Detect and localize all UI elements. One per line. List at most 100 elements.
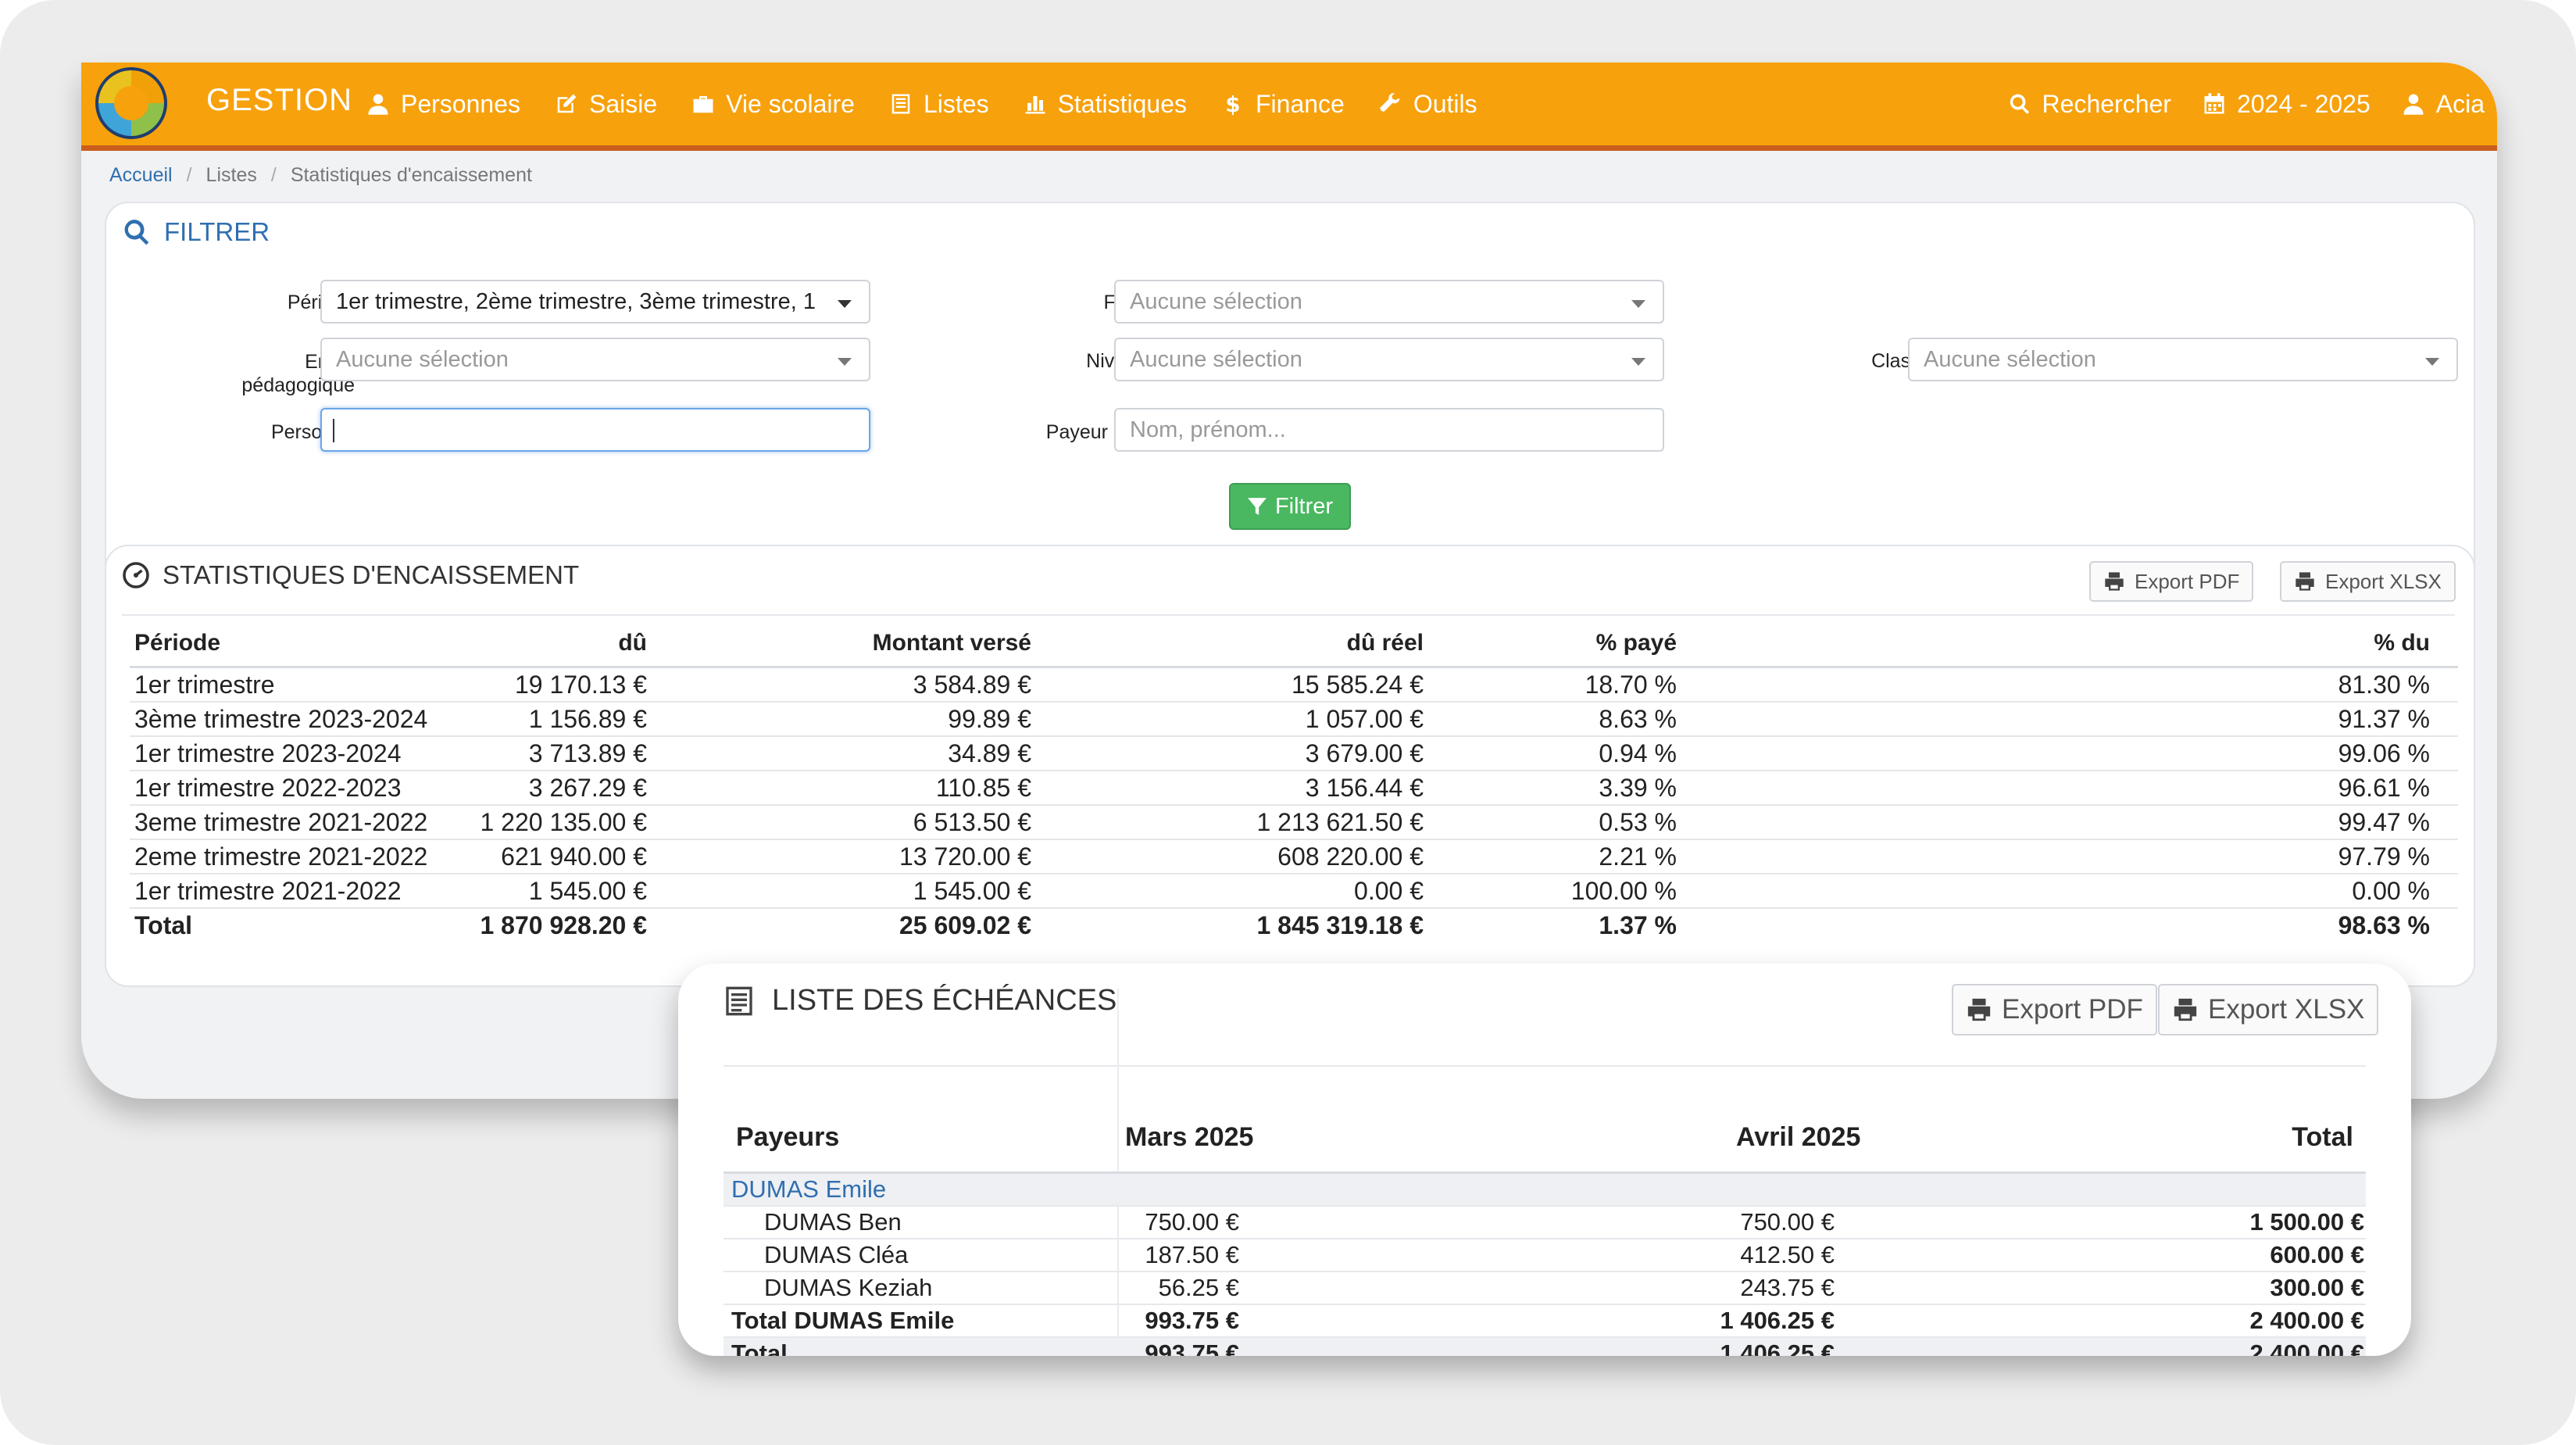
- printer-icon: [2296, 572, 2314, 591]
- cell-payeur: DUMAS Keziah: [764, 1274, 933, 1301]
- total-total: 2 400.00 €: [2249, 1339, 2364, 1356]
- periode-select[interactable]: 1er trimestre, 2ème trimestre, 3ème trim…: [320, 280, 870, 324]
- nav-item-listes[interactable]: Listes: [889, 90, 989, 119]
- cell-montant-verse: 1 545.00 €: [913, 877, 1031, 905]
- nav-school-year[interactable]: 2024 - 2025: [2203, 90, 2371, 119]
- search-icon: [124, 220, 149, 245]
- nav-item-label: Personnes: [401, 89, 520, 118]
- personne-input[interactable]: [320, 408, 870, 452]
- col-montant-verse: Montant versé: [872, 630, 1031, 656]
- nav-item-personnes[interactable]: Personnes: [366, 90, 520, 119]
- cell-montant-verse: 3 584.89 €: [913, 671, 1031, 699]
- grand-total-row: Total 993.75 € 1 406.25 € 2 400.00 €: [723, 1338, 2366, 1356]
- cell-periode: Total: [134, 911, 193, 939]
- nav-user-label: Acia: [2435, 89, 2485, 118]
- nav-search-label: Rechercher: [2042, 89, 2171, 118]
- cell-avril: 412.50 €: [1740, 1241, 1835, 1268]
- cell-du: 1 545.00 €: [528, 877, 647, 905]
- filter-panel: [105, 202, 2475, 592]
- group-subtotal-row: Total DUMAS Emile 993.75 € 1 406.25 € 2 …: [723, 1305, 2366, 1338]
- payer-group-name[interactable]: DUMAS Emile: [731, 1174, 886, 1205]
- nav-item-finance[interactable]: $ Finance: [1221, 89, 1345, 119]
- stats-table: Période dû Montant versé dû réel % payé …: [130, 621, 2458, 942]
- dashboard-icon: [123, 562, 149, 588]
- cell-montant-verse: 6 513.50 €: [913, 808, 1031, 836]
- nav-item-outils[interactable]: Outils: [1379, 90, 1477, 119]
- nav-item-label: Finance: [1255, 89, 1345, 118]
- list-icon: [891, 94, 910, 114]
- stats-export-pdf-button[interactable]: Export PDF: [2089, 561, 2254, 602]
- cell-du: 3 713.89 €: [528, 739, 647, 767]
- echeances-table-header: Payeurs Mars 2025 Avril 2025 Total: [723, 1103, 2366, 1174]
- table-row: 1er trimestre 2022-2023 3 267.29 € 110.85 …: [130, 771, 2458, 806]
- subtotal-total: 2 400.00 €: [2249, 1307, 2364, 1334]
- breadcrumb-accueil[interactable]: Accueil: [109, 164, 173, 187]
- echeances-export-xlsx-button[interactable]: Export XLSX: [2158, 984, 2379, 1035]
- cell-montant-verse: 13 720.00 €: [899, 842, 1031, 871]
- cell-pct-du: 91.37 %: [2338, 705, 2430, 733]
- entite-select[interactable]: Aucune sélection: [320, 338, 870, 381]
- cell-pct-paye: 0.53 %: [1599, 808, 1677, 836]
- nav-item-saisie[interactable]: Saisie: [555, 90, 657, 119]
- cell-du: 3 267.29 €: [528, 774, 647, 802]
- nav-search[interactable]: Rechercher: [2008, 90, 2171, 119]
- niveau-select[interactable]: Aucune sélection: [1114, 338, 1664, 381]
- filter-button[interactable]: Filtrer: [1229, 483, 1351, 530]
- col-mars-2025: Mars 2025: [1125, 1122, 1254, 1152]
- funnel-icon: [1248, 498, 1267, 515]
- stats-export-xlsx-button[interactable]: Export XLSX: [2280, 561, 2456, 602]
- echeances-export-pdf-button[interactable]: Export PDF: [1952, 984, 2157, 1035]
- cell-avril: 750.00 €: [1740, 1208, 1835, 1236]
- edit-icon: [557, 94, 577, 113]
- filter-title-text: FILTRER: [164, 217, 270, 246]
- total-avril: 1 406.25 €: [1720, 1339, 1835, 1356]
- cell-periode: 3ème trimestre 2023-2024: [134, 705, 428, 733]
- brand-label[interactable]: GESTION: [206, 83, 352, 118]
- payeur-input[interactable]: Nom, prénom...: [1114, 408, 1664, 452]
- stats-panel-title: STATISTIQUES D'ENCAISSEMENT: [122, 560, 579, 590]
- cell-du: 19 170.13 €: [514, 671, 647, 699]
- chevron-down-icon: [2425, 358, 2439, 366]
- filter-panel-title: FILTRER: [122, 217, 270, 247]
- frais-select-placeholder: Aucune sélection: [1130, 289, 1302, 314]
- cell-pct-du: 0.00 %: [2352, 877, 2430, 905]
- cell-avril: 243.75 €: [1740, 1274, 1835, 1301]
- stats-export-pdf-label: Export PDF: [2135, 569, 2240, 593]
- bar-chart-icon: [1025, 96, 1045, 114]
- cell-du-reel: 3 679.00 €: [1305, 739, 1424, 767]
- col-pct-paye: % payé: [1595, 630, 1677, 656]
- printer-icon: [2174, 998, 2197, 1021]
- cell-periode: 1er trimestre 2021-2022: [134, 877, 402, 905]
- stats-title-text: STATISTIQUES D'ENCAISSEMENT: [163, 560, 580, 589]
- total-row: Total 1 870 928.20 € 25 609.02 € 1 845 319.…: [130, 909, 2458, 942]
- cell-periode: 1er trimestre 2023-2024: [134, 739, 402, 767]
- nav-item-vie-scolaire[interactable]: Vie scolaire: [691, 90, 855, 119]
- breadcrumb: Accueil / Listes / Statistiques d'encais…: [109, 164, 532, 187]
- text-cursor: [333, 419, 334, 442]
- table-row: 3ème trimestre 2023-2024 1 156.89 € 99.89 …: [130, 703, 2458, 737]
- periode-select-value: 1er trimestre, 2ème trimestre, 3ème trim…: [336, 289, 816, 314]
- cell-pct-du: 96.61 %: [2338, 774, 2430, 802]
- nav-item-statistiques[interactable]: Statistiques: [1024, 90, 1187, 119]
- cell-pct-du: 99.06 %: [2338, 739, 2430, 767]
- chevron-down-icon: [1631, 358, 1645, 366]
- cell-du: 621 940.00 €: [501, 842, 647, 871]
- col-du-reel: dû réel: [1346, 630, 1424, 656]
- classes-select[interactable]: Aucune sélection: [1908, 338, 2458, 381]
- nav-user-menu[interactable]: Acia: [2402, 90, 2485, 119]
- chevron-down-icon: [838, 300, 852, 308]
- frais-select[interactable]: Aucune sélection: [1114, 280, 1664, 324]
- briefcase-icon: [693, 96, 713, 113]
- breadcrumb-current: Statistiques d'encaissement: [290, 164, 532, 186]
- stats-export-xlsx-label: Export XLSX: [2325, 569, 2442, 593]
- echeances-table: Payeurs Mars 2025 Avril 2025 Total DUMAS…: [723, 1103, 2366, 1356]
- echeances-export-xlsx-label: Export XLSX: [2208, 994, 2365, 1025]
- payer-group-row: DUMAS Emile: [723, 1174, 2366, 1207]
- niveau-select-placeholder: Aucune sélection: [1130, 347, 1302, 372]
- nav-school-year-label: 2024 - 2025: [2236, 89, 2371, 118]
- cell-mars: 56.25 €: [1158, 1274, 1239, 1301]
- cell-du-reel: 1 845 319.18 €: [1256, 911, 1424, 939]
- app-logo-icon[interactable]: [92, 64, 170, 142]
- breadcrumb-separator: /: [186, 164, 192, 186]
- nav-right-menu: Rechercher 2024 - 2025 Acia: [2008, 63, 2485, 145]
